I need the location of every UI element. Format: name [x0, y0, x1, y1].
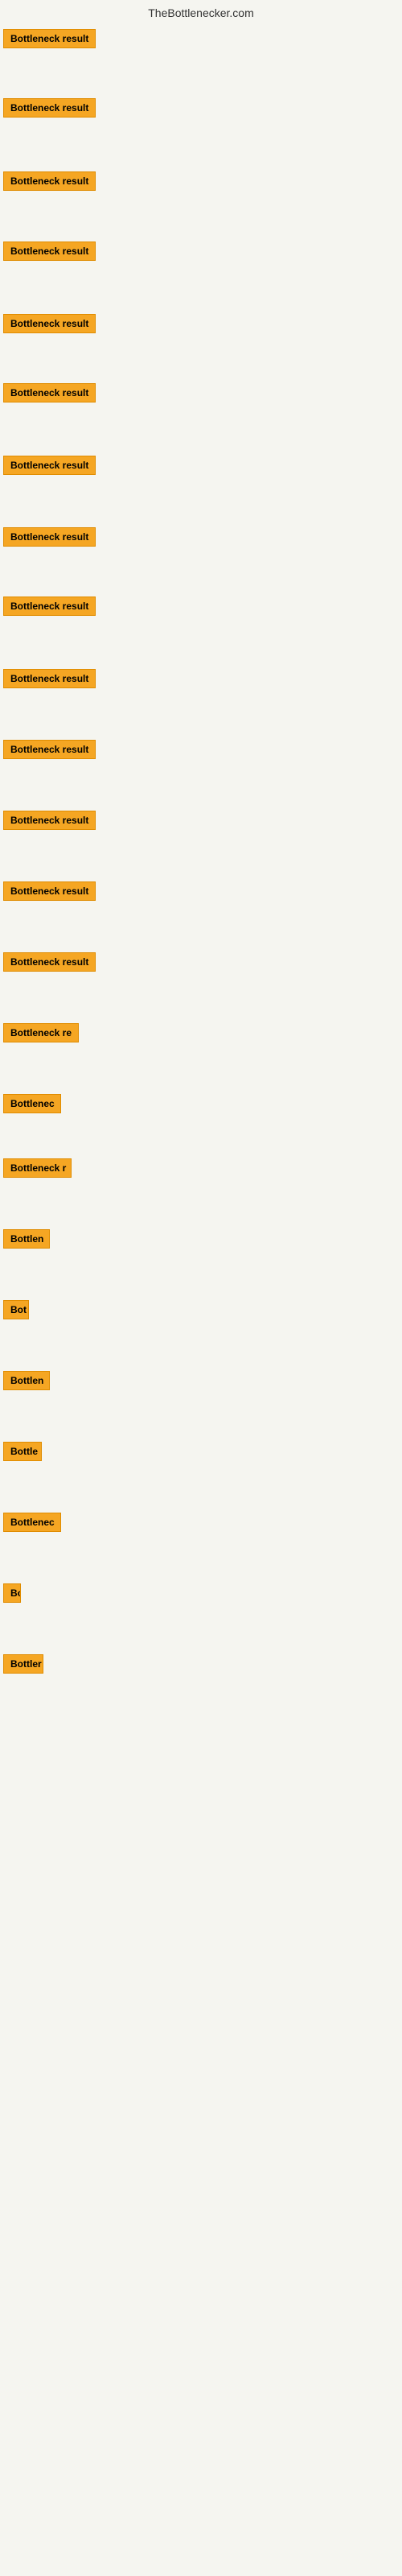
bottleneck-item-5[interactable]: Bottleneck result	[3, 314, 96, 337]
bottleneck-badge-20[interactable]: Bottlen	[3, 1371, 50, 1390]
bottleneck-item-15[interactable]: Bottleneck re	[3, 1023, 79, 1046]
bottleneck-item-22[interactable]: Bottlenec	[3, 1513, 61, 1536]
bottleneck-badge-19[interactable]: Bot	[3, 1300, 29, 1319]
items-container: Bottleneck result Bottleneck result Bottle…	[0, 29, 402, 2444]
bottleneck-item-2[interactable]: Bottleneck result	[3, 98, 96, 122]
bottleneck-badge-5[interactable]: Bottleneck result	[3, 314, 96, 333]
bottleneck-badge-4[interactable]: Bottleneck result	[3, 242, 96, 261]
bottleneck-badge-6[interactable]: Bottleneck result	[3, 383, 96, 402]
bottleneck-item-21[interactable]: Bottle	[3, 1442, 42, 1465]
bottleneck-item-7[interactable]: Bottleneck result	[3, 456, 96, 479]
site-title: TheBottlenecker.com	[0, 0, 402, 29]
bottleneck-badge-16[interactable]: Bottlenec	[3, 1094, 61, 1113]
bottleneck-badge-23[interactable]: Bo	[3, 1583, 21, 1603]
bottleneck-badge-11[interactable]: Bottleneck result	[3, 740, 96, 759]
bottleneck-item-23[interactable]: Bo	[3, 1583, 21, 1607]
bottleneck-item-9[interactable]: Bottleneck result	[3, 597, 96, 620]
bottleneck-badge-22[interactable]: Bottlenec	[3, 1513, 61, 1532]
bottleneck-badge-21[interactable]: Bottle	[3, 1442, 42, 1461]
bottleneck-item-6[interactable]: Bottleneck result	[3, 383, 96, 407]
bottleneck-badge-9[interactable]: Bottleneck result	[3, 597, 96, 616]
bottleneck-badge-3[interactable]: Bottleneck result	[3, 171, 96, 191]
bottleneck-item-19[interactable]: Bot	[3, 1300, 29, 1323]
bottleneck-badge-2[interactable]: Bottleneck result	[3, 98, 96, 118]
bottleneck-badge-15[interactable]: Bottleneck re	[3, 1023, 79, 1042]
bottleneck-item-20[interactable]: Bottlen	[3, 1371, 50, 1394]
bottleneck-item-18[interactable]: Bottlen	[3, 1229, 50, 1253]
bottleneck-item-17[interactable]: Bottleneck r	[3, 1158, 72, 1182]
site-header: TheBottlenecker.com	[0, 0, 402, 29]
bottleneck-item-3[interactable]: Bottleneck result	[3, 171, 96, 195]
bottleneck-badge-18[interactable]: Bottlen	[3, 1229, 50, 1249]
bottleneck-badge-13[interactable]: Bottleneck result	[3, 881, 96, 901]
bottleneck-badge-24[interactable]: Bottler	[3, 1654, 43, 1674]
bottleneck-badge-10[interactable]: Bottleneck result	[3, 669, 96, 688]
bottleneck-badge-7[interactable]: Bottleneck result	[3, 456, 96, 475]
bottleneck-item-1[interactable]: Bottleneck result	[3, 29, 96, 52]
bottleneck-badge-12[interactable]: Bottleneck result	[3, 811, 96, 830]
bottleneck-item-10[interactable]: Bottleneck result	[3, 669, 96, 692]
bottleneck-badge-1[interactable]: Bottleneck result	[3, 29, 96, 48]
bottleneck-badge-17[interactable]: Bottleneck r	[3, 1158, 72, 1178]
bottleneck-item-13[interactable]: Bottleneck result	[3, 881, 96, 905]
bottleneck-item-4[interactable]: Bottleneck result	[3, 242, 96, 265]
bottleneck-badge-8[interactable]: Bottleneck result	[3, 527, 96, 547]
bottleneck-item-14[interactable]: Bottleneck result	[3, 952, 96, 976]
bottleneck-item-16[interactable]: Bottlenec	[3, 1094, 61, 1117]
bottleneck-item-8[interactable]: Bottleneck result	[3, 527, 96, 551]
bottleneck-item-24[interactable]: Bottler	[3, 1654, 43, 1678]
bottleneck-item-12[interactable]: Bottleneck result	[3, 811, 96, 834]
bottleneck-item-11[interactable]: Bottleneck result	[3, 740, 96, 763]
bottleneck-badge-14[interactable]: Bottleneck result	[3, 952, 96, 972]
